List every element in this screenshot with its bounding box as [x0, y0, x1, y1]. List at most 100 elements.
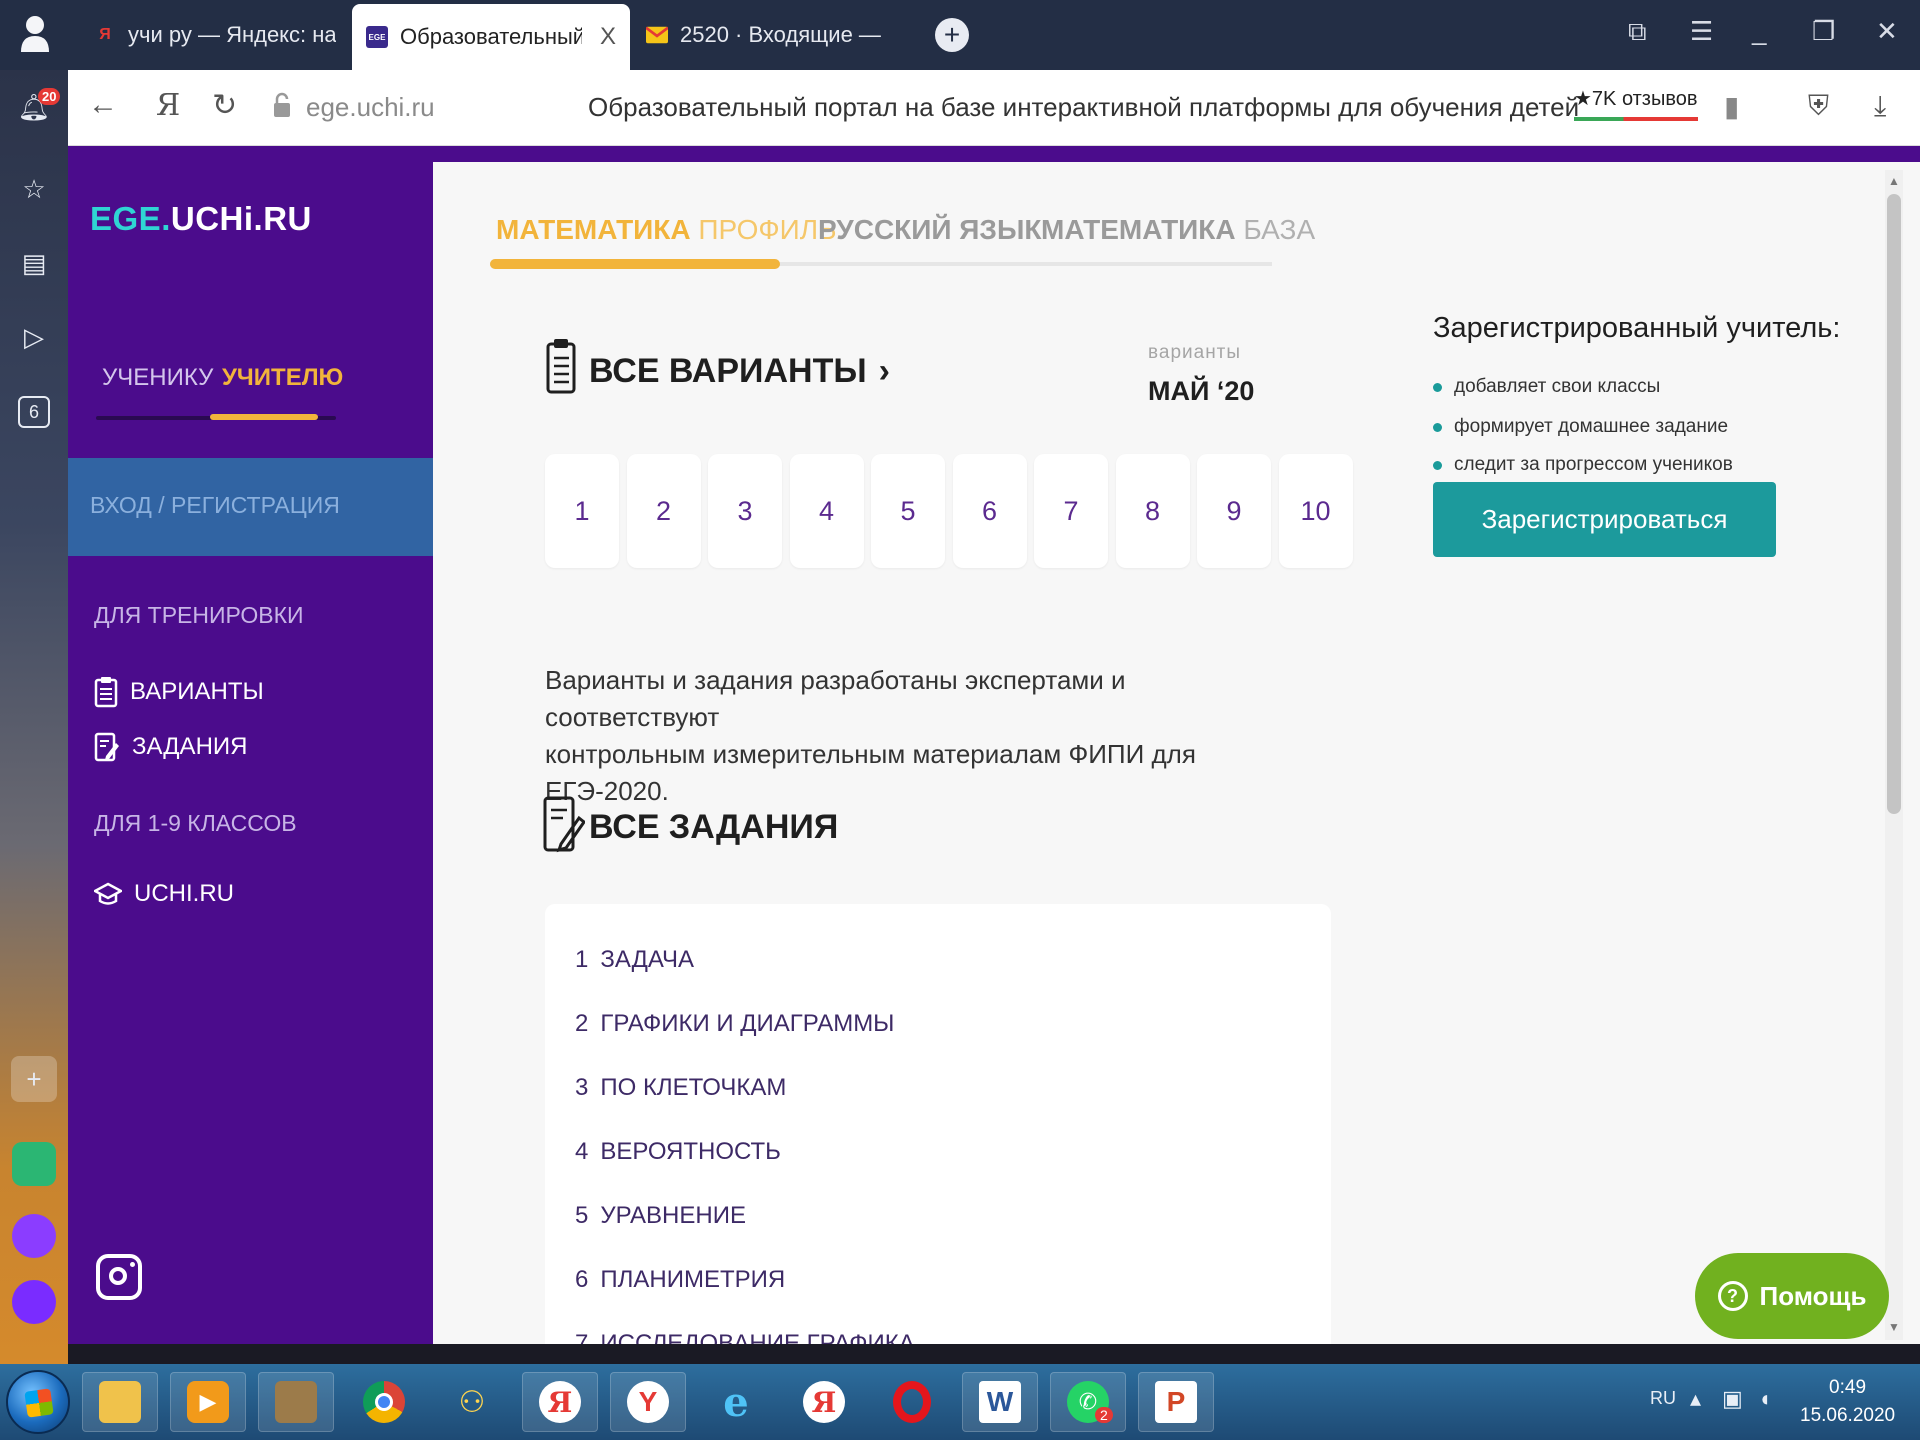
start-button[interactable]: [6, 1370, 70, 1434]
page-scrollbar[interactable]: ▲ ▼: [1885, 170, 1903, 1340]
task-item[interactable]: 3 ПО КЛЕТОЧКАМ: [575, 1074, 786, 1102]
variant-button[interactable]: 5: [871, 454, 945, 568]
explorer-app-icon[interactable]: [82, 1372, 158, 1432]
download-icon[interactable]: ⤓: [1874, 90, 1886, 123]
tab-yandex-search[interactable]: Я учи ру — Яндекс: нашлос: [80, 6, 350, 64]
reload-icon[interactable]: ↻: [212, 88, 237, 123]
tab-yandex-mail[interactable]: 2520 · Входящие — Яндек: [632, 6, 902, 64]
register-button[interactable]: Зарегистрироваться: [1433, 482, 1776, 557]
uchi-favicon-icon: EGE: [366, 26, 388, 48]
tabs-overview-icon[interactable]: ⧉: [1628, 16, 1647, 48]
internet-explorer-icon[interactable]: e: [698, 1372, 774, 1432]
yandex-app-icon[interactable]: Я: [522, 1372, 598, 1432]
scroll-down-icon[interactable]: ▼: [1888, 1320, 1900, 1334]
tab-title: Образовательный пор: [400, 24, 582, 49]
role-tab-teacher[interactable]: УЧИТЕЛЮ: [222, 364, 343, 392]
all-tasks-heading: ВСЕ ЗАДАНИЯ: [589, 808, 839, 846]
subject-tab-active-indicator: [490, 259, 780, 269]
chrome-icon[interactable]: [346, 1372, 422, 1432]
close-tab-icon[interactable]: X: [600, 23, 616, 51]
task-item[interactable]: 2 ГРАФИКИ И ДИАГРАММЫ: [575, 1010, 894, 1038]
variant-button[interactable]: 7: [1034, 454, 1108, 568]
yandex-logo-icon[interactable]: Я: [156, 88, 180, 123]
archive-app-icon[interactable]: [258, 1372, 334, 1432]
variant-button[interactable]: 6: [952, 454, 1027, 568]
chevron-right-icon: ›: [878, 352, 890, 390]
new-tab-button[interactable]: +: [935, 18, 969, 52]
help-button[interactable]: ? Помощь: [1695, 1253, 1889, 1339]
language-indicator[interactable]: RU: [1650, 1388, 1676, 1409]
play-icon[interactable]: ▷: [17, 320, 51, 354]
page-title: Образовательный портал на базе интеракти…: [588, 92, 1580, 122]
alice-app-icon[interactable]: [12, 1214, 56, 1258]
profile-icon[interactable]: [18, 14, 52, 54]
opera-icon[interactable]: [874, 1372, 950, 1432]
task-item[interactable]: 4 ВЕРОЯТНОСТЬ: [575, 1138, 781, 1166]
variant-button[interactable]: 2: [626, 454, 701, 568]
address-bar: ← Я ↻ ege.uchi.ru Образовательный портал…: [68, 70, 1920, 146]
login-register-button[interactable]: ВХОД / РЕГИСТРАЦИЯ: [68, 458, 433, 556]
tab-math-base[interactable]: МАТЕМАТИКА БАЗА: [1041, 214, 1315, 246]
tasks-list: 1 ЗАДАЧА 2 ГРАФИКИ И ДИАГРАММЫ 3 ПО КЛЕТОЧКАМ…: [545, 904, 1331, 1344]
variant-button[interactable]: 9: [1197, 454, 1271, 568]
clipboard-icon: [94, 677, 118, 708]
all-variants-link[interactable]: ВСЕ ВАРИАНТЫ ›: [589, 352, 890, 391]
protect-icon[interactable]: ⛨: [1808, 90, 1829, 123]
scrollbar-thumb[interactable]: [1887, 194, 1901, 814]
site-content: EGE.UCHi.RU УЧЕНИКУ УЧИТЕЛЮ ВХОД / РЕГИС…: [68, 146, 1920, 1344]
notes-icon[interactable]: ▤: [17, 246, 51, 280]
people-app-icon[interactable]: ⚇: [434, 1372, 510, 1432]
task-item[interactable]: 5 УРАВНЕНИЕ: [575, 1202, 746, 1230]
restore-icon[interactable]: ❐: [1812, 16, 1835, 47]
variant-button[interactable]: 3: [708, 454, 782, 568]
sidebar-link-tasks[interactable]: ЗАДАНИЯ: [94, 732, 247, 762]
variant-button[interactable]: 10: [1278, 454, 1353, 568]
whatsapp-icon[interactable]: ✆ 2: [1050, 1372, 1126, 1432]
sidebar-link-uchi[interactable]: UCHI.RU: [94, 880, 234, 908]
variant-button[interactable]: 4: [789, 454, 864, 568]
task-item[interactable]: 6 ПЛАНИМЕТРИЯ: [575, 1266, 785, 1294]
sidebar-link-variants[interactable]: ВАРИАНТЫ: [94, 676, 264, 708]
windows-taskbar: ▶ ⚇ Я Y e Я W ✆ 2 P RU ▴ ▣ ◖ 0:49 15.06.2…: [0, 1364, 1920, 1440]
tab-math-profile[interactable]: МАТЕМАТИКА ПРОФИЛЬ: [496, 214, 837, 246]
edit-document-icon: [94, 732, 119, 762]
volume-icon[interactable]: ◖: [1758, 1386, 1771, 1412]
variant-button[interactable]: 8: [1115, 454, 1190, 568]
yandex-app-icon[interactable]: Я: [786, 1372, 862, 1432]
star-icon[interactable]: ☆: [17, 172, 51, 206]
alice-app-icon[interactable]: [12, 1280, 56, 1324]
minimize-icon[interactable]: _: [1752, 16, 1766, 47]
reviews-badge[interactable]: ★7K отзывов: [1574, 86, 1698, 121]
description: Варианты и задания разработаны экспертам…: [545, 665, 1196, 806]
back-arrow-icon[interactable]: ←: [88, 88, 118, 122]
close-window-icon[interactable]: ✕: [1876, 16, 1898, 47]
messenger-app-icon[interactable]: [12, 1142, 56, 1186]
lock-icon[interactable]: [273, 92, 291, 118]
browser-tab-bar: Я учи ру — Яндекс: нашлос EGE Образовате…: [0, 0, 1920, 70]
scroll-up-icon[interactable]: ▲: [1888, 174, 1900, 188]
tab-uchi-portal[interactable]: EGE Образовательный пор X: [352, 4, 630, 70]
whatsapp-badge: 2: [1095, 1407, 1113, 1423]
system-clock[interactable]: 0:49 15.06.2020: [1800, 1374, 1895, 1430]
calendar-icon[interactable]: 6: [18, 396, 50, 428]
variant-button[interactable]: 1: [545, 454, 619, 568]
bookmark-icon[interactable]: ▮: [1724, 90, 1739, 123]
task-item[interactable]: 7 ИССЛЕДОВАНИЕ ГРАФИКА: [575, 1330, 915, 1344]
media-player-icon[interactable]: ▶: [170, 1372, 246, 1432]
powerpoint-icon[interactable]: P: [1138, 1372, 1214, 1432]
tab-title: учи ру — Яндекс: нашлос: [128, 22, 336, 47]
task-item[interactable]: 1 ЗАДАЧА: [575, 946, 694, 974]
network-icon[interactable]: ▣: [1722, 1386, 1743, 1412]
word-icon[interactable]: W: [962, 1372, 1038, 1432]
instagram-icon[interactable]: [96, 1254, 142, 1300]
login-register-label: ВХОД / РЕГИСТРАЦИЯ: [90, 492, 340, 518]
yandex-browser-icon[interactable]: Y: [610, 1372, 686, 1432]
add-panel-icon[interactable]: +: [11, 1056, 57, 1102]
menu-icon[interactable]: ☰: [1690, 16, 1713, 47]
site-logo[interactable]: EGE.UCHi.RU: [90, 200, 312, 238]
role-tab-student[interactable]: УЧЕНИКУ: [102, 364, 213, 392]
tray-expand-icon[interactable]: ▴: [1690, 1386, 1701, 1412]
url-text[interactable]: ege.uchi.ru: [306, 92, 435, 123]
tab-russian[interactable]: РУССКИЙ ЯЗЫК: [818, 214, 1041, 246]
graduation-cap-icon: [94, 882, 122, 905]
